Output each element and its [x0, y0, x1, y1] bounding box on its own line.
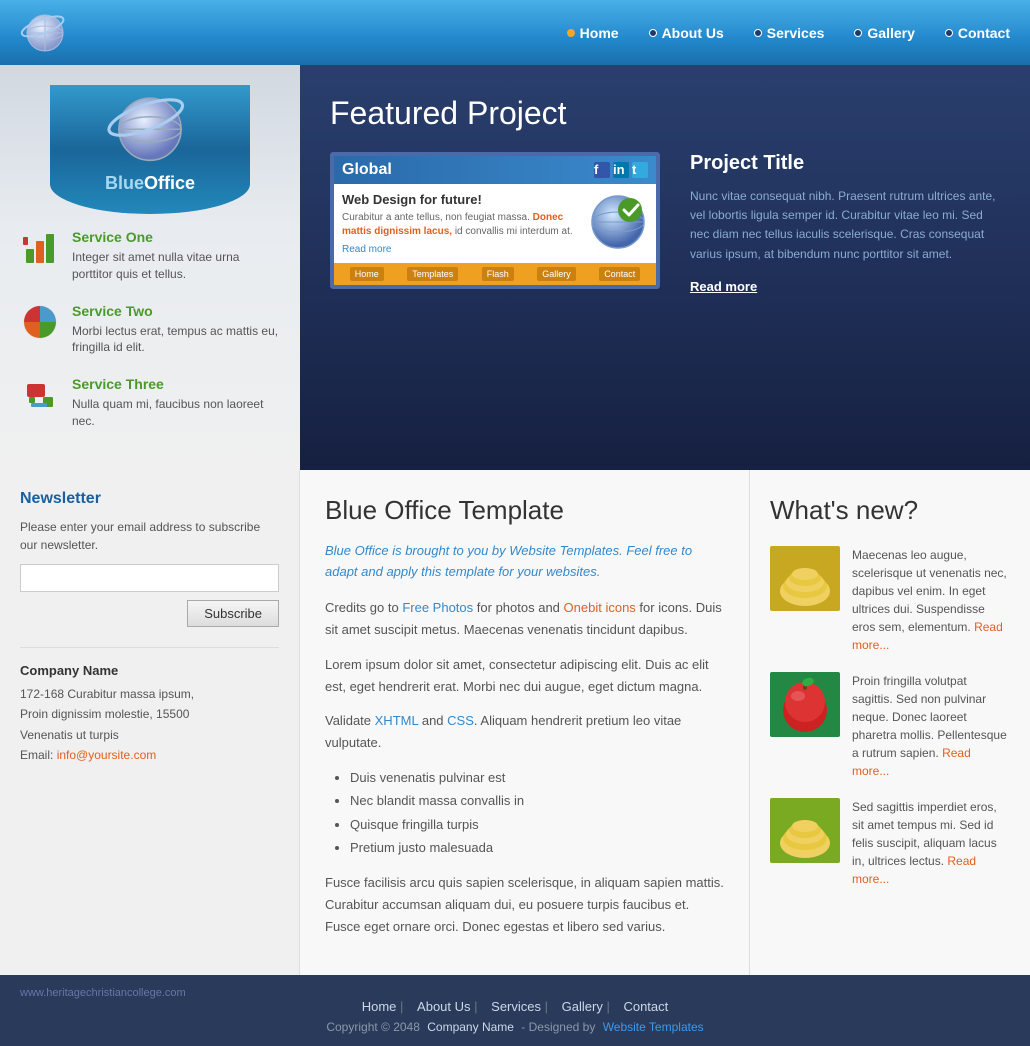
footer-nav-about[interactable]: About Us	[412, 999, 482, 1014]
service-content-three: Service Three Nulla quam mi, faucibus no…	[72, 376, 280, 430]
mini-site-body: Web Design for future! Curabitur a ante …	[334, 184, 656, 263]
news-item-1: Maecenas leo augue, scelerisque ut venen…	[770, 546, 1010, 654]
news-item-3: Sed sagittis imperdiet eros, sit amet te…	[770, 798, 1010, 888]
free-photos-link[interactable]: Free Photos	[402, 600, 473, 615]
company-info: Company Name 172-168 Curabitur massa ips…	[20, 647, 279, 766]
main-content: Blue Office Template Blue Office is brou…	[300, 470, 750, 975]
news-item-2: Proin fringilla volutpat sagittis. Sed n…	[770, 672, 1010, 780]
sidebar-brand: BlueOffice	[50, 85, 250, 214]
hero-image: Global f in t	[330, 152, 660, 289]
newsletter-section: Newsletter Please enter your email addre…	[20, 490, 279, 627]
service-icon-one	[20, 229, 60, 270]
footer-nav-gallery[interactable]: Gallery	[557, 999, 615, 1014]
service-content-one: Service One Integer sit amet nulla vitae…	[72, 229, 280, 283]
nav-dot-services	[754, 29, 762, 37]
twitter-icon: t	[632, 162, 648, 178]
newsletter-desc: Please enter your email address to subsc…	[20, 518, 279, 554]
whats-new-section: What's new? Maecenas leo augue, sceleris…	[750, 470, 1030, 975]
footer-copyright: Copyright © 2048 Company Name - Designed…	[20, 1020, 1010, 1034]
footer-nav-services[interactable]: Services	[486, 999, 553, 1014]
hero-text: Project Title Nunc vitae consequat nibh.…	[690, 152, 1000, 294]
whats-new-title: What's new?	[770, 495, 1010, 526]
mini-site-nav: Home Templates Flash Gallery Contact	[334, 263, 656, 285]
mini-site-social: f in t	[594, 162, 648, 178]
service-item-one: Service One Integer sit amet nulla vitae…	[20, 229, 280, 283]
service-content-two: Service Two Morbi lectus erat, tempus ac…	[72, 303, 280, 357]
footer-nav-contact[interactable]: Contact	[618, 999, 673, 1014]
nav-dot-gallery	[854, 29, 862, 37]
mini-site-globe-img	[588, 192, 648, 255]
service-item-three: Service Three Nulla quam mi, faucibus no…	[20, 376, 280, 430]
facebook-icon: f	[594, 162, 610, 178]
service-icon-two	[20, 303, 60, 344]
credits-para: Credits go to Free Photos for photos and…	[325, 597, 724, 641]
validate-para: Validate XHTML and CSS. Aliquam hendreri…	[325, 710, 724, 754]
main-wrapper: BlueOffice Service One Integer sit amet …	[0, 65, 1030, 470]
read-more-link[interactable]: Read more	[690, 279, 757, 294]
footer-url: www.heritagechristiancollege.com	[20, 987, 186, 999]
css-link[interactable]: CSS	[447, 713, 474, 728]
hero-content: Global f in t	[330, 152, 1000, 294]
nav-dot-about	[649, 29, 657, 37]
subscribe-button[interactable]: Subscribe	[187, 600, 279, 627]
left-panel: Newsletter Please enter your email addre…	[0, 470, 300, 975]
newsletter-title: Newsletter	[20, 490, 279, 508]
footer: www.heritagechristiancollege.com Home Ab…	[0, 975, 1030, 1046]
news-text-1: Maecenas leo augue, scelerisque ut venen…	[852, 546, 1010, 654]
footer-designer-link[interactable]: Website Templates	[603, 1020, 704, 1034]
sidebar: BlueOffice Service One Integer sit amet …	[0, 65, 300, 470]
mini-site-header: Global f in t	[334, 156, 656, 184]
nav-contact[interactable]: Contact	[945, 25, 1010, 41]
nav-services[interactable]: Services	[754, 25, 825, 41]
main-nav: Home About Us Services Gallery Contact	[567, 25, 1010, 41]
company-email-link[interactable]: info@yoursite.com	[57, 748, 157, 762]
main-intro: Blue Office is brought to you by Website…	[325, 541, 724, 583]
xhtml-link[interactable]: XHTML	[375, 713, 419, 728]
logo-area	[20, 8, 70, 58]
news-thumb-1	[770, 546, 840, 611]
footer-nav-home[interactable]: Home	[357, 999, 409, 1014]
news-text-2: Proin fringilla volutpat sagittis. Sed n…	[852, 672, 1010, 780]
service-icon-three	[20, 376, 60, 417]
nav-gallery[interactable]: Gallery	[854, 25, 914, 41]
nav-dot-home	[567, 29, 575, 37]
sidebar-brand-text: BlueOffice	[70, 173, 230, 194]
sidebar-brand-globe	[70, 95, 230, 168]
company-name: Company Name	[20, 663, 279, 678]
project-description: Nunc vitae consequat nibh. Praesent rutr…	[690, 187, 1000, 264]
header: Home About Us Services Gallery Contact	[0, 0, 1030, 65]
service-item-two: Service Two Morbi lectus erat, tempus ac…	[20, 303, 280, 357]
email-input[interactable]	[20, 564, 279, 592]
footer-nav: Home About Us Services Gallery Contact	[20, 999, 1010, 1014]
nav-dot-contact	[945, 29, 953, 37]
onebit-icons-link[interactable]: Onebit icons	[564, 600, 636, 615]
main-content-title: Blue Office Template	[325, 495, 724, 526]
hero-section: Featured Project Global f in t	[300, 65, 1030, 470]
logo-globe	[20, 8, 70, 58]
fusce-para: Fusce facilisis arcu quis sapien sceleri…	[325, 872, 724, 938]
main-list: Duis venenatis pulvinar est Nec blandit …	[350, 766, 724, 860]
news-thumb-2	[770, 672, 840, 737]
project-title: Project Title	[690, 152, 1000, 175]
news-text-3: Sed sagittis imperdiet eros, sit amet te…	[852, 798, 1010, 888]
nav-about[interactable]: About Us	[649, 25, 724, 41]
linkedin-icon: in	[613, 162, 629, 178]
featured-project-title: Featured Project	[330, 95, 1000, 132]
nav-home[interactable]: Home	[567, 25, 619, 41]
content-area: Newsletter Please enter your email addre…	[0, 470, 1030, 975]
news-thumb-3	[770, 798, 840, 863]
lorem-para: Lorem ipsum dolor sit amet, consectetur …	[325, 654, 724, 698]
